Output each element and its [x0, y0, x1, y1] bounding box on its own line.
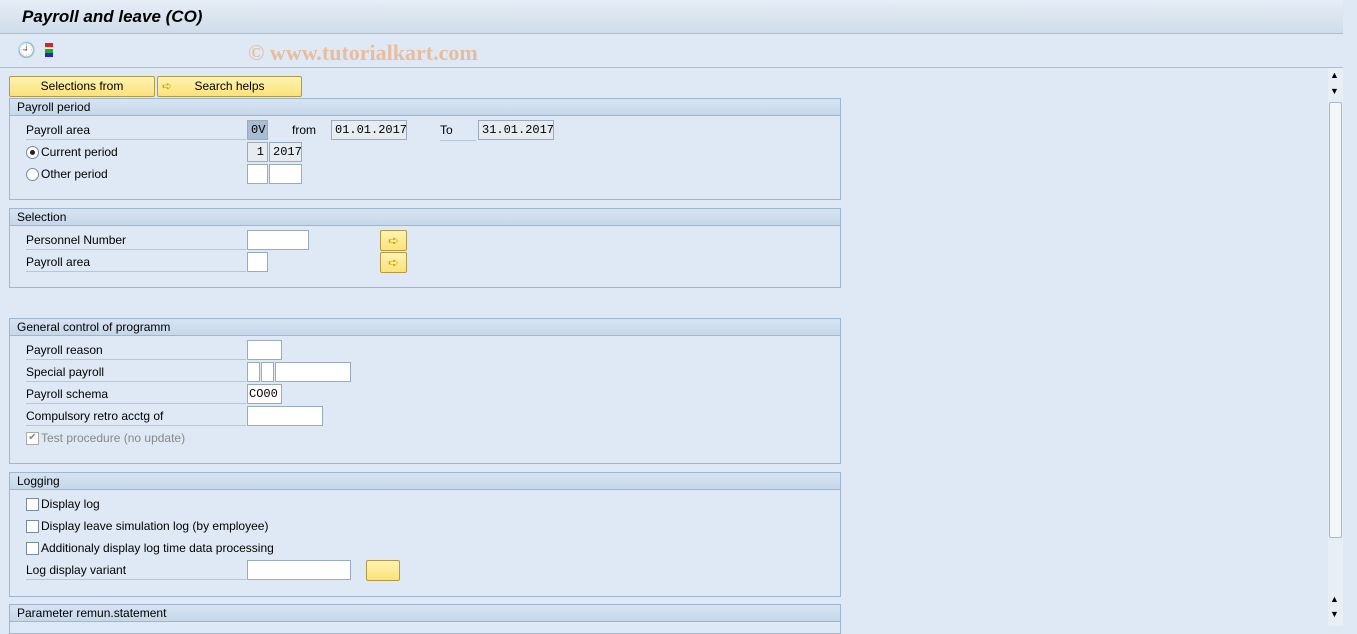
current-period-label: Current period — [41, 145, 118, 159]
period-year-field: 2017 — [269, 142, 302, 162]
retro-acctg-field[interactable] — [247, 406, 323, 426]
checkbox-icon — [26, 497, 39, 511]
arrow-right-icon: ➪ — [388, 232, 399, 248]
payroll-schema-label: Payroll schema — [26, 384, 246, 404]
retro-acctg-label: Compulsory retro acctg of — [26, 406, 246, 426]
checkmark-icon: ✔ — [26, 431, 39, 445]
log-variant-button[interactable] — [366, 560, 400, 581]
scroll-up-icon[interactable]: ▲ — [1330, 70, 1339, 80]
arrow-right-icon: ➪ — [162, 79, 173, 93]
test-procedure-checkbox[interactable]: ✔ Test procedure (no update) — [26, 428, 185, 448]
from-label: from — [292, 123, 316, 137]
payroll-period-group: Payroll period Payroll area 0V from 01.0… — [9, 98, 841, 200]
radio-empty-icon — [26, 167, 39, 181]
payroll-area-field[interactable] — [247, 252, 268, 272]
selection-group: Selection Personnel Number ➪ Payroll are… — [9, 208, 841, 288]
from-date-field: 01.01.2017 — [331, 120, 407, 140]
multiple-selection-button[interactable]: ➪ — [380, 230, 407, 251]
log-variant-field[interactable] — [247, 560, 351, 580]
arrow-right-icon: ➪ — [388, 254, 399, 270]
group-header: General control of programm — [10, 319, 840, 336]
scroll-up-icon[interactable]: ▲ — [1330, 594, 1339, 604]
group-header: Parameter remun.statement — [10, 605, 840, 622]
other-period-label: Other period — [41, 167, 108, 181]
special-payroll-field-2[interactable] — [261, 362, 274, 382]
payroll-schema-field[interactable]: CO00 — [247, 384, 282, 404]
payroll-area-label: Payroll area — [26, 120, 246, 140]
payroll-reason-field[interactable] — [247, 340, 282, 360]
group-header: Logging — [10, 473, 840, 490]
special-payroll-label: Special payroll — [26, 362, 246, 382]
search-helps-button[interactable]: ➪ Search helps — [157, 76, 302, 97]
logging-group: Logging Display log Display leave simula… — [9, 472, 841, 597]
display-leave-sim-checkbox[interactable]: Display leave simulation log (by employe… — [26, 516, 268, 536]
checkbox-icon — [26, 541, 39, 555]
page-title: Payroll and leave (CO) — [22, 7, 203, 26]
execute-clock-icon[interactable]: 🕘 — [17, 41, 36, 59]
test-procedure-label: Test procedure (no update) — [41, 431, 186, 445]
checkbox-icon — [26, 519, 39, 533]
payroll-area-label: Payroll area — [26, 252, 246, 272]
special-payroll-date-field[interactable] — [275, 362, 351, 382]
scroll-down-icon[interactable]: ▼ — [1330, 609, 1339, 619]
current-period-radio[interactable]: Current period — [26, 142, 118, 162]
selections-from-button[interactable]: Selections from — [9, 76, 155, 97]
to-date-field: 31.01.2017 — [478, 120, 554, 140]
group-header: Payroll period — [10, 99, 840, 116]
period-number-field: 1 — [247, 142, 268, 162]
general-control-group: General control of programm Payroll reas… — [9, 318, 841, 464]
display-leave-sim-label: Display leave simulation log (by employe… — [41, 519, 269, 533]
scroll-down-icon[interactable]: ▼ — [1330, 86, 1339, 96]
display-log-checkbox[interactable]: Display log — [26, 494, 100, 514]
to-label: To — [440, 120, 476, 141]
other-period-year-field[interactable] — [269, 164, 302, 184]
display-log-label: Display log — [41, 497, 100, 511]
other-period-radio[interactable]: Other period — [26, 164, 108, 184]
radio-selected-icon — [26, 145, 39, 159]
remun-statement-group: Parameter remun.statement — [9, 604, 841, 634]
group-header: Selection — [10, 209, 840, 226]
payroll-reason-label: Payroll reason — [26, 340, 246, 360]
watermark: © www.tutorialkart.com — [248, 40, 478, 65]
search-helps-label: Search helps — [194, 79, 265, 93]
additional-log-checkbox[interactable]: Additionaly display log time data proces… — [26, 538, 274, 558]
personnel-number-label: Personnel Number — [26, 230, 246, 250]
other-period-number-field[interactable] — [247, 164, 268, 184]
log-variant-label: Log display variant — [26, 560, 246, 580]
additional-log-label: Additionaly display log time data proces… — [41, 541, 274, 555]
variant-icon[interactable] — [41, 41, 57, 57]
personnel-number-field[interactable] — [247, 230, 309, 250]
toolbar — [0, 34, 1343, 68]
scrollbar-thumb[interactable] — [1329, 102, 1342, 538]
multiple-selection-button[interactable]: ➪ — [380, 252, 407, 273]
special-payroll-field-1[interactable] — [247, 362, 260, 382]
payroll-area-field[interactable]: 0V — [247, 120, 268, 140]
